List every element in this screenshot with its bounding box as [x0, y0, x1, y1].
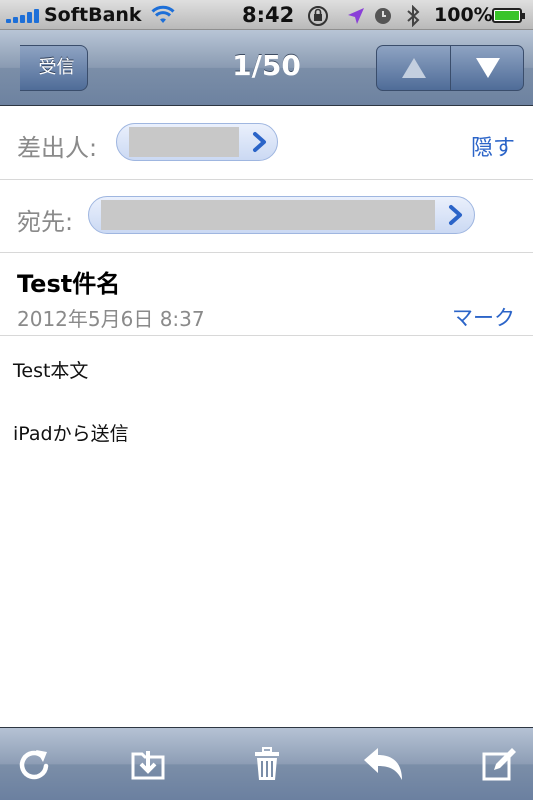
- location-icon: [348, 8, 364, 24]
- chevron-right-icon: [449, 205, 462, 225]
- redacted-sender: [129, 127, 239, 157]
- rotation-lock-icon: [308, 6, 328, 26]
- message-nav-control: [376, 45, 524, 91]
- mark-link[interactable]: マーク: [452, 302, 515, 332]
- chevron-right-icon: [253, 132, 266, 152]
- refresh-icon[interactable]: [16, 746, 52, 782]
- from-label: 差出人:: [17, 134, 98, 162]
- previous-message-button[interactable]: [377, 46, 451, 90]
- status-bar: SoftBank 8:42 100%: [0, 0, 533, 30]
- up-arrow-icon: [402, 58, 426, 78]
- body-line: iPadから送信: [13, 423, 129, 445]
- reply-icon[interactable]: [362, 746, 406, 782]
- to-row: 宛先:: [0, 180, 533, 253]
- battery-icon: [492, 8, 525, 23]
- compose-icon[interactable]: [481, 746, 517, 782]
- body-line: Test本文: [13, 360, 89, 382]
- clock: 8:42: [242, 3, 295, 27]
- from-row: 差出人:: [0, 107, 533, 180]
- alarm-icon: [375, 8, 391, 24]
- move-to-folder-icon[interactable]: [130, 746, 166, 782]
- redacted-recipient: [101, 200, 435, 230]
- bottom-toolbar: [0, 727, 533, 800]
- sender-address-pill[interactable]: [116, 123, 278, 161]
- to-label: 宛先:: [17, 208, 74, 236]
- down-arrow-icon: [476, 58, 500, 78]
- bluetooth-icon: [407, 5, 420, 27]
- trash-icon[interactable]: [249, 746, 285, 782]
- next-message-button[interactable]: [451, 46, 523, 90]
- wifi-icon: [151, 5, 175, 23]
- message-subject: Test件名: [17, 270, 121, 298]
- recipient-address-pill[interactable]: [88, 196, 475, 234]
- message-date: 2012年5月6日 8:37: [17, 307, 205, 331]
- signal-strength-icon: [6, 9, 40, 23]
- carrier-name: SoftBank: [44, 4, 142, 26]
- hide-details-link[interactable]: 隠す: [471, 130, 515, 162]
- battery-percent: 100%: [434, 4, 493, 26]
- navigation-bar: 受信 1/50: [0, 30, 533, 106]
